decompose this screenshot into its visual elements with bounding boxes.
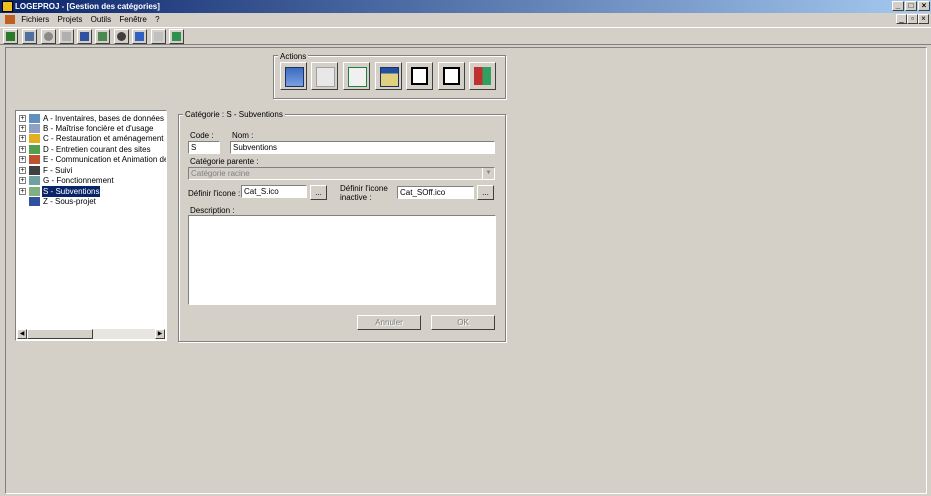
money-icon	[29, 187, 40, 196]
category-group-title: Catégorie : S - Subventions	[183, 110, 285, 119]
floppy-disk-icon	[316, 67, 335, 87]
category-tree[interactable]: +A - Inventaires, bases de données et do…	[15, 110, 167, 341]
expand-icon[interactable]: +	[19, 125, 26, 132]
add-item-icon	[411, 67, 428, 85]
horizontal-scrollbar[interactable]: ◀ ▶	[17, 329, 165, 339]
remove-item-icon	[443, 67, 460, 85]
calculator-icon	[62, 32, 71, 41]
action-button-exit[interactable]	[469, 62, 496, 90]
minimize-button[interactable]: _	[892, 1, 904, 11]
title-bar: LOGEPROJ - [Gestion des catégories] _ □ …	[0, 0, 931, 13]
menu-fenetre[interactable]: Fenêtre	[119, 15, 147, 24]
expand-icon[interactable]: +	[19, 188, 26, 195]
refresh-icon	[44, 32, 53, 41]
cancel-button[interactable]: Annuler	[357, 315, 421, 330]
landscape-icon	[29, 145, 40, 154]
scroll-right-icon[interactable]: ▶	[155, 329, 165, 339]
chart-icon	[135, 32, 144, 41]
exit-icon	[172, 32, 181, 41]
menu-fichiers[interactable]: Fichiers	[21, 15, 49, 24]
actions-title: Actions	[278, 52, 309, 61]
binoculars-icon	[29, 114, 40, 123]
menu-bar: Fichiers Projets Outils Fenêtre ? _ ▫ ×	[0, 13, 931, 26]
chevron-down-icon[interactable]: ▼	[482, 168, 494, 179]
mdi-close-button[interactable]: ×	[918, 14, 929, 24]
nom-label: Nom :	[232, 131, 254, 140]
mdi-minimize-button[interactable]: _	[896, 14, 907, 24]
ok-button[interactable]: OK	[431, 315, 495, 330]
binoculars-icon	[29, 166, 40, 175]
tree-item-label: C - Restauration et aménagement des si	[43, 134, 166, 143]
parent-label: Catégorie parente :	[190, 157, 259, 166]
toolbar-button-refresh[interactable]	[41, 29, 56, 44]
close-button[interactable]: ×	[918, 1, 930, 11]
tree-item-label: G - Fonctionnement	[43, 176, 114, 185]
project-icon	[25, 32, 34, 41]
action-button-add-item[interactable]	[406, 62, 433, 90]
parent-select[interactable]: Catégorie racine ▼	[188, 167, 495, 180]
action-button-new[interactable]	[280, 62, 307, 90]
toolbar	[0, 27, 931, 45]
toolbar-button-calc[interactable]	[59, 29, 74, 44]
maximize-button[interactable]: □	[905, 1, 917, 11]
list-icon	[6, 32, 15, 41]
icon-label: Définir l'icone :	[188, 189, 241, 198]
action-button-remove-item[interactable]	[438, 62, 465, 90]
exit-door-icon	[474, 67, 491, 85]
expand-icon[interactable]: +	[19, 146, 26, 153]
toolbar-button-project[interactable]	[22, 29, 37, 44]
description-label: Description :	[190, 206, 235, 215]
menu-outils[interactable]: Outils	[91, 15, 111, 24]
expand-icon[interactable]: +	[19, 115, 26, 122]
mdi-restore-button[interactable]: ▫	[907, 14, 918, 24]
app-icon	[2, 1, 13, 12]
toolbar-button-users[interactable]	[114, 29, 129, 44]
document-icon[interactable]	[5, 15, 15, 24]
toolbar-button-map[interactable]	[95, 29, 110, 44]
nom-field[interactable]: Subventions	[230, 141, 495, 154]
icon-inactive-label-line2: inactive :	[340, 193, 372, 202]
action-button-window[interactable]	[375, 62, 402, 90]
document-icon	[29, 124, 40, 133]
expand-icon[interactable]: +	[19, 167, 26, 174]
toolbar-button-exit[interactable]	[169, 29, 184, 44]
tree-item-label: Z - Sous-projet	[43, 197, 96, 206]
code-field[interactable]: S	[188, 141, 220, 154]
parent-select-value: Catégorie racine	[191, 169, 250, 178]
toolbar-button-chart[interactable]	[132, 29, 147, 44]
map-icon	[98, 32, 107, 41]
toolbar-button-grid[interactable]	[77, 29, 92, 44]
grid-icon	[80, 32, 89, 41]
window-edit-icon	[380, 67, 399, 87]
toolbar-button-list[interactable]	[3, 29, 18, 44]
expand-icon[interactable]: +	[19, 156, 26, 163]
expand-icon[interactable]: +	[19, 135, 26, 142]
browse-icon-inactive-button[interactable]: ...	[477, 185, 494, 200]
browse-icon-button[interactable]: ...	[310, 185, 327, 200]
menu-projets[interactable]: Projets	[57, 15, 82, 24]
code-label: Code :	[190, 131, 214, 140]
scroll-left-icon[interactable]: ◀	[17, 329, 27, 339]
description-textarea[interactable]	[188, 215, 496, 305]
warning-icon	[29, 134, 40, 143]
scroll-thumb[interactable]	[27, 329, 93, 339]
stats-icon	[154, 32, 163, 41]
people-icon	[29, 155, 40, 164]
folder-icon	[29, 197, 40, 206]
icon-inactive-field[interactable]: Cat_SOff.ico	[397, 186, 474, 199]
icon-inactive-label-line1: Définir l'icone	[340, 184, 388, 193]
window-title: LOGEPROJ - [Gestion des catégories]	[15, 2, 160, 11]
users-icon	[117, 32, 126, 41]
tree-item-label: E - Communication et Animation de résea	[43, 155, 166, 164]
expand-icon[interactable]: +	[19, 177, 26, 184]
icon-field[interactable]: Cat_S.ico	[241, 185, 307, 198]
toolbar-button-stats[interactable]	[151, 29, 166, 44]
gear-icon	[29, 176, 40, 185]
action-button-save[interactable]	[311, 62, 338, 90]
new-computer-icon	[285, 67, 304, 87]
action-button-excel[interactable]	[343, 62, 370, 90]
menu-help[interactable]: ?	[155, 15, 159, 24]
excel-icon	[348, 67, 367, 87]
